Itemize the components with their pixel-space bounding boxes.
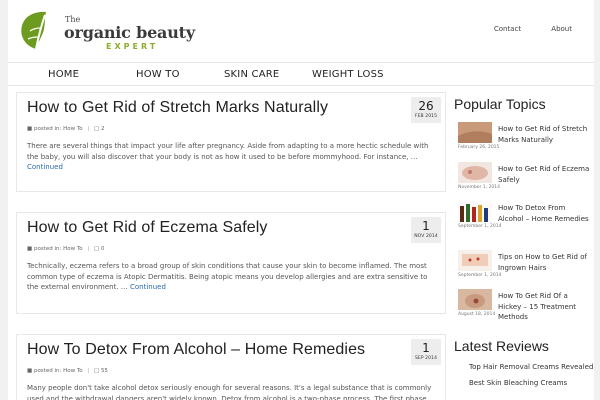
excerpt-text: Technically, eczema refers to a broad gr… (27, 262, 428, 291)
popular-item-title[interactable]: How To Get Rid Of a Hickey – 15 Treatmen… (498, 291, 592, 323)
popular-item-title[interactable]: How to Get Rid of Eczema Safely (498, 164, 592, 185)
popular-item[interactable]: How to Get Rid of Stretch Marks Naturall… (458, 122, 590, 158)
comment-icon: □ (93, 126, 100, 132)
review-link[interactable]: Best Skin Bleaching Creams (469, 379, 567, 387)
category-link[interactable]: How To (63, 126, 83, 132)
comment-count[interactable]: 55 (101, 368, 108, 374)
site-logo[interactable]: The organic beauty EXPERT (16, 9, 206, 54)
nav-item-weight-loss[interactable]: WEIGHT LOSS (312, 69, 384, 80)
page: The organic beauty EXPERT Contact About … (8, 0, 594, 400)
date-month: SEP 2014 (414, 356, 438, 361)
posted-in-label: posted in: (33, 246, 62, 252)
post-excerpt: Technically, eczema refers to a broad gr… (27, 261, 437, 293)
date-badge: 1 SEP 2014 (411, 339, 441, 365)
review-link[interactable]: Top Hair Removal Creams Revealed (469, 363, 593, 371)
folder-icon: ■ (27, 368, 33, 374)
about-link[interactable]: About (551, 25, 572, 33)
posted-in-label: posted in: (33, 126, 62, 132)
thumbnail-image (458, 289, 492, 310)
date-day: 26 (418, 99, 434, 113)
nav-item-skin-care[interactable]: SKIN CARE (224, 69, 279, 80)
nav-item-home[interactable]: HOME (48, 69, 79, 80)
popular-item-date: September 1, 2014 (458, 224, 502, 229)
excerpt-text: There are several things that impact you… (27, 142, 429, 161)
leaf-icon (21, 11, 46, 50)
post-excerpt: There are several things that impact you… (27, 141, 437, 173)
date-day: 1 (422, 341, 430, 355)
post-title[interactable]: How To Detox From Alcohol – Home Remedie… (27, 341, 365, 359)
divider: | (87, 126, 90, 132)
post-meta: ■ posted in: How To | □ 55 (27, 368, 108, 374)
post-title[interactable]: How to Get Rid of Stretch Marks Naturall… (27, 99, 328, 117)
popular-item-title[interactable]: How to Get Rid of Stretch Marks Naturall… (498, 124, 592, 145)
latest-reviews-heading: Latest Reviews (454, 338, 549, 354)
post-meta: ■ posted in: How To | □ 0 (27, 246, 104, 252)
post-card: How To Detox From Alcohol – Home Remedie… (16, 334, 446, 400)
main-nav: HOME HOW TO SKIN CARE WEIGHT LOSS (8, 62, 594, 86)
folder-icon: ■ (27, 246, 33, 252)
contact-link[interactable]: Contact (494, 25, 521, 33)
thumbnail-image (458, 162, 492, 183)
popular-item-date: September 1, 2014 (458, 273, 502, 278)
popular-item-date: August 18, 2014 (458, 312, 496, 317)
comment-count[interactable]: 2 (101, 126, 105, 132)
popular-item[interactable]: Tips on How to Get Rid of Ingrown Hairs … (458, 250, 590, 286)
date-day: 1 (422, 219, 430, 233)
date-badge: 1 NOV 2014 (411, 217, 441, 243)
folder-icon: ■ (27, 126, 33, 132)
post-excerpt: Many people don't take alcohol detox ser… (27, 383, 437, 400)
thumbnail-image (458, 201, 492, 222)
thumbnail-image (458, 122, 492, 143)
date-month: FEB 2015 (414, 114, 438, 119)
date-badge: 26 FEB 2015 (411, 97, 441, 123)
category-link[interactable]: How To (63, 246, 83, 252)
continued-link[interactable]: Continued (27, 163, 63, 171)
popular-topics-heading: Popular Topics (454, 96, 546, 112)
logo-text-organic-beauty: organic beauty (64, 23, 195, 42)
category-link[interactable]: How To (63, 368, 83, 374)
post-title[interactable]: How to Get Rid of Eczema Safely (27, 219, 268, 237)
posted-in-label: posted in: (33, 368, 62, 374)
popular-item-title[interactable]: How To Detox From Alcohol – Home Remedie… (498, 203, 592, 224)
thumbnail-image (458, 250, 492, 271)
post-card: How to Get Rid of Stretch Marks Naturall… (16, 92, 446, 192)
comment-icon: □ (93, 368, 100, 374)
top-links: Contact About (466, 25, 572, 33)
divider: | (87, 368, 90, 374)
post-meta: ■ posted in: How To | □ 2 (27, 126, 104, 132)
excerpt-text: Many people don't take alcohol detox ser… (27, 384, 432, 400)
continued-link[interactable]: Continued (130, 283, 166, 291)
nav-item-how-to[interactable]: HOW TO (136, 69, 180, 80)
date-month: NOV 2014 (414, 234, 438, 239)
popular-item-date: November 1, 2014 (458, 185, 501, 190)
logo-text-expert: EXPERT (106, 42, 159, 51)
post-card: How to Get Rid of Eczema Safely ■ posted… (16, 212, 446, 314)
popular-item[interactable]: How To Detox From Alcohol – Home Remedie… (458, 201, 590, 237)
divider: | (87, 246, 90, 252)
popular-item[interactable]: How To Get Rid Of a Hickey – 15 Treatmen… (458, 289, 590, 325)
popular-item-title[interactable]: Tips on How to Get Rid of Ingrown Hairs (498, 252, 592, 273)
popular-item[interactable]: How to Get Rid of Eczema Safely November… (458, 162, 590, 198)
popular-item-date: February 26, 2015 (458, 145, 500, 150)
comment-count[interactable]: 0 (101, 246, 105, 252)
comment-icon: □ (93, 246, 100, 252)
